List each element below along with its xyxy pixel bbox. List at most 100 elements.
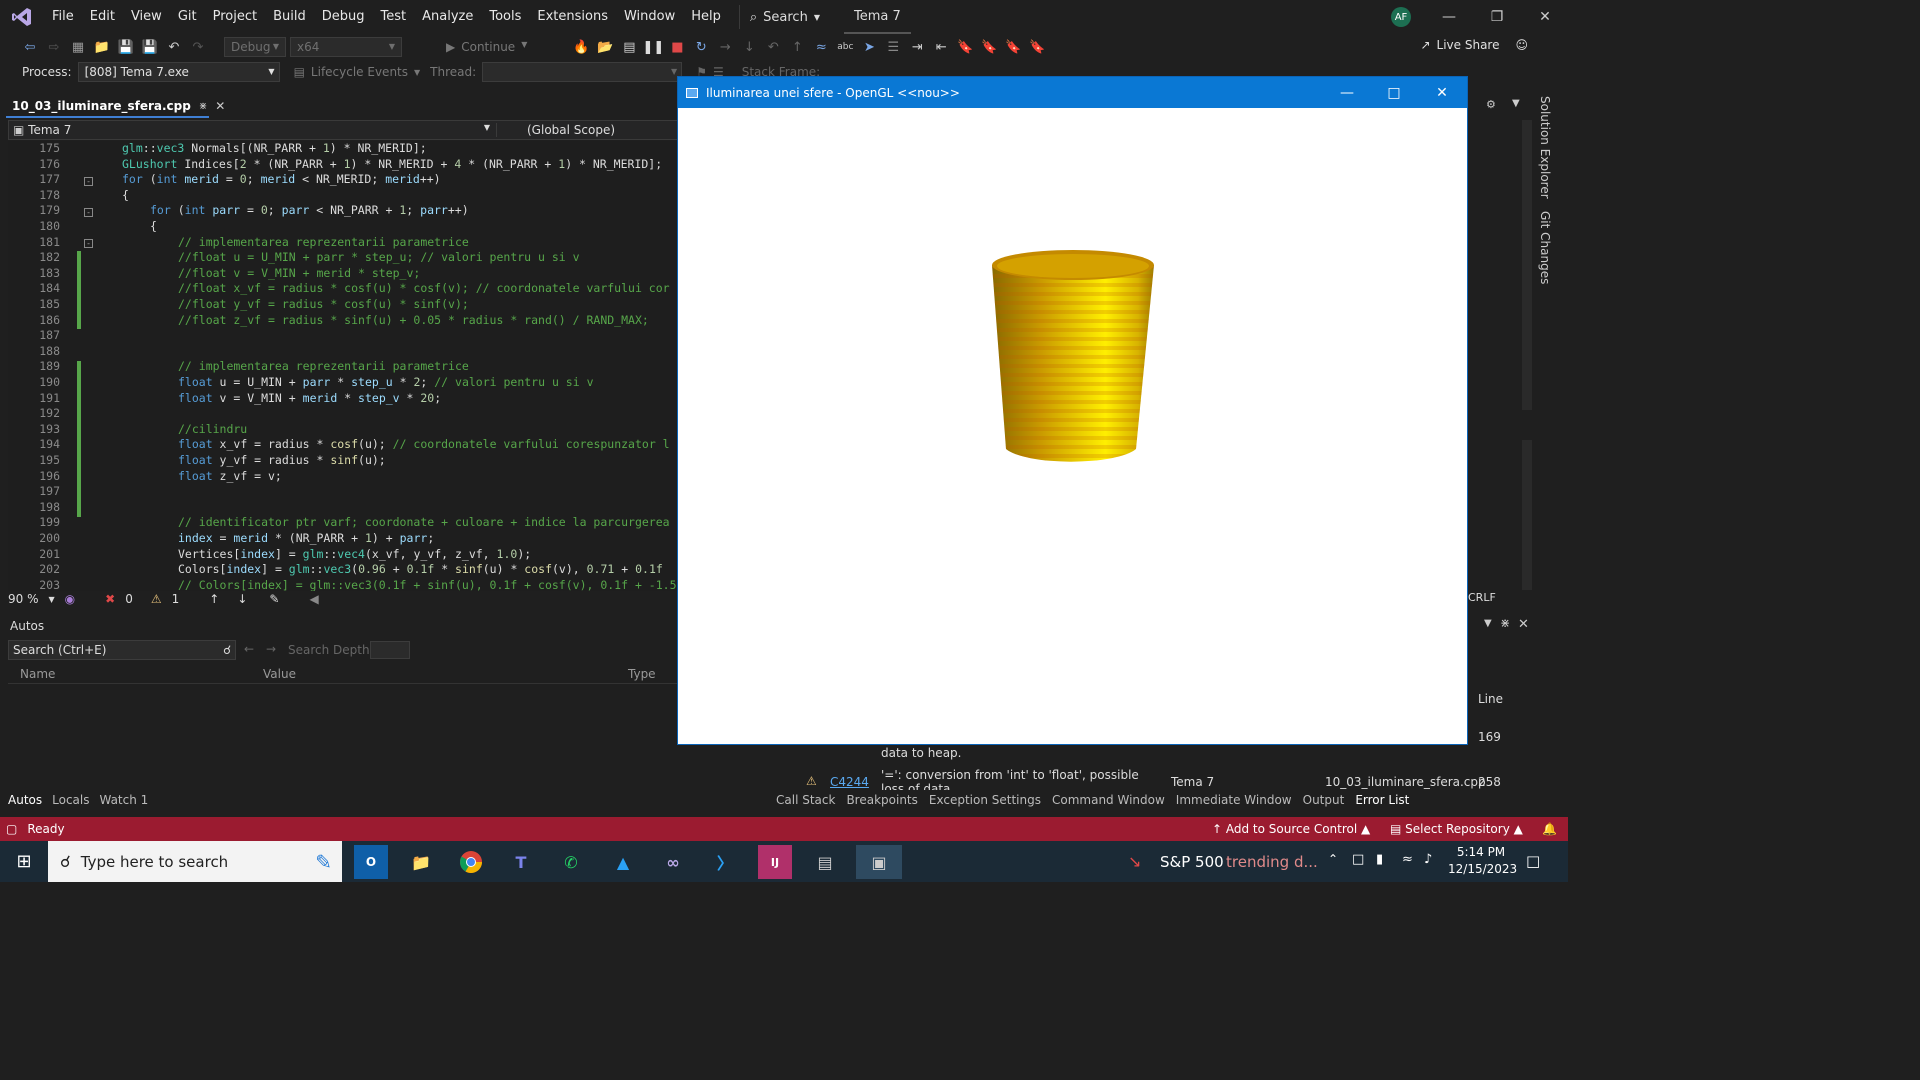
search-icon[interactable]: ☌ xyxy=(223,641,231,659)
menu-item-view[interactable]: View xyxy=(123,0,170,34)
restore-icon[interactable]: ❐ xyxy=(1474,0,1520,34)
code-line[interactable]: 192 xyxy=(8,406,678,422)
jetbrains-icon[interactable]: IJ xyxy=(758,845,792,879)
menu-item-test[interactable]: Test xyxy=(373,0,415,34)
menu-item-build[interactable]: Build xyxy=(265,0,314,34)
menu-item-analyze[interactable]: Analyze xyxy=(414,0,481,34)
col-value-header[interactable]: Value xyxy=(263,667,296,681)
code-line[interactable]: 197 xyxy=(8,484,678,500)
wifi-icon[interactable]: ≈ xyxy=(1402,852,1413,867)
code-line[interactable]: 202 Colors[index] = glm::vec3(0.96 + 0.1f… xyxy=(8,562,678,578)
col-name-header[interactable]: Name xyxy=(20,667,55,681)
vscode-icon[interactable]: 〉 xyxy=(708,845,742,879)
code-line[interactable]: 176 GLushort Indices[2 * (NR_PARR + 1) * … xyxy=(8,157,678,173)
document-tab[interactable]: 10_03_iluminare_sfera.cpp ⋇ ✕ xyxy=(6,96,225,118)
code-line[interactable]: 188 xyxy=(8,344,678,360)
outline-icon[interactable]: ☰ xyxy=(883,37,903,57)
arrow-up-icon[interactable]: ↑ xyxy=(209,592,219,606)
stock-status[interactable]: trending d... xyxy=(1226,853,1318,871)
action-center-icon[interactable]: □ xyxy=(1526,852,1540,870)
project-scope-select[interactable]: ▣ Tema 7 ▼ xyxy=(9,123,497,137)
stop-icon[interactable]: ■ xyxy=(667,37,687,57)
brush-icon[interactable]: ✎ xyxy=(269,592,279,606)
code-line[interactable]: 183 //float v = V_MIN + merid * step_v; xyxy=(8,266,678,282)
menu-item-git[interactable]: Git xyxy=(170,0,205,34)
open-icon[interactable]: 📁 xyxy=(92,37,112,57)
windows-start-icon[interactable]: ⊞ xyxy=(0,841,48,882)
tab-command-window[interactable]: Command Window xyxy=(1052,793,1165,807)
config-select[interactable]: Debug ▼ xyxy=(224,37,286,57)
code-line[interactable]: 185 //float y_vf = radius * cosf(u) * sin… xyxy=(8,297,678,313)
undo-icon[interactable]: ↶ xyxy=(164,37,184,57)
hot-reload-icon[interactable]: 🔥 xyxy=(571,37,591,57)
tab-output[interactable]: Output xyxy=(1303,793,1345,807)
battery-icon[interactable]: ▮ xyxy=(1376,852,1383,867)
code-editor[interactable]: - - - 175 glm::vec3 Normals[(NR_PARR + 1)… xyxy=(8,141,678,591)
close-icon[interactable]: ✕ xyxy=(1522,0,1568,34)
error-file[interactable]: 10_03_iluminare_sfera.cpp xyxy=(1325,775,1486,789)
code-line[interactable]: 200 index = merid * (NR_PARR + 1) + parr; xyxy=(8,531,678,547)
step-over-icon[interactable]: → xyxy=(715,37,735,57)
gl-close-icon[interactable]: ✕ xyxy=(1419,77,1465,108)
menu-item-help[interactable]: Help xyxy=(683,0,729,34)
restart-icon[interactable]: ↻ xyxy=(691,37,711,57)
chrome-icon[interactable] xyxy=(454,845,488,879)
step-back-icon[interactable]: ↶ xyxy=(763,37,783,57)
arrow-down-icon[interactable]: ↓ xyxy=(237,592,247,606)
menu-item-debug[interactable]: Debug xyxy=(314,0,373,34)
avatar[interactable]: AF xyxy=(1391,7,1411,27)
code-line[interactable]: 186 //float z_vf = radius * sinf(u) + 0.0… xyxy=(8,313,678,329)
code-line[interactable]: 194 float x_vf = radius * cosf(u); // coo… xyxy=(8,437,678,453)
code-line[interactable]: 193 //cilindru xyxy=(8,422,678,438)
code-line[interactable]: 189 // implementarea reprezentarii parame… xyxy=(8,359,678,375)
step-into-icon[interactable]: ↓ xyxy=(739,37,759,57)
autos-search-input[interactable]: Search (Ctrl+E) ☌ xyxy=(8,640,236,660)
live-share-button[interactable]: ↗ Live Share ☺ xyxy=(1420,38,1528,52)
save-icon[interactable]: 💾 xyxy=(116,37,136,57)
tab-locals[interactable]: Locals xyxy=(52,793,89,807)
pin-icon[interactable]: ⋇ xyxy=(199,101,207,112)
indent-icon[interactable]: ⇥ xyxy=(907,37,927,57)
code-line[interactable]: 198 xyxy=(8,500,678,516)
tab-autos[interactable]: Autos xyxy=(8,793,42,807)
select-repository-button[interactable]: ▤ Select Repository ▲ xyxy=(1390,822,1523,836)
chevron-up-icon[interactable]: ⌃ xyxy=(1328,852,1338,866)
back-icon[interactable]: ⇦ xyxy=(20,37,40,57)
outlook-icon[interactable]: O xyxy=(354,845,388,879)
menu-item-edit[interactable]: Edit xyxy=(82,0,123,34)
tab-exception-settings[interactable]: Exception Settings xyxy=(929,793,1041,807)
menu-item-window[interactable]: Window xyxy=(616,0,683,34)
error-desc[interactable]: '=': conversion from 'int' to 'float', p… xyxy=(881,768,1159,790)
whatsapp-icon[interactable]: ✆ xyxy=(554,845,588,879)
code-line[interactable]: 184 //float x_vf = radius * cosf(u) * cos… xyxy=(8,281,678,297)
spellcheck-icon[interactable]: abc xyxy=(835,37,855,57)
tab-error-list[interactable]: Error List xyxy=(1355,793,1409,807)
intellicode-icon[interactable]: ◉ xyxy=(65,592,75,606)
panel-scrollbar[interactable] xyxy=(1522,440,1532,590)
bookmark-prev-icon[interactable]: 🔖 xyxy=(979,37,999,57)
app-store-icon[interactable]: ▲ xyxy=(606,845,640,879)
source-control-button[interactable]: ↑ Add to Source Control ▲ xyxy=(1212,822,1370,836)
code-line[interactable]: 190 float u = U_MIN + parr * step_u * 2; … xyxy=(8,375,678,391)
col-type-header[interactable]: Type xyxy=(628,667,656,681)
minimize-icon[interactable]: — xyxy=(1426,0,1472,34)
stock-name[interactable]: S&P 500 xyxy=(1160,853,1224,871)
error-code-link[interactable]: C4244 xyxy=(830,775,869,789)
git-changes-tab[interactable]: Git Changes xyxy=(1538,211,1552,284)
line-column-header[interactable]: Line xyxy=(1478,692,1503,706)
gl-maximize-icon[interactable]: □ xyxy=(1371,77,1417,108)
tab-close-icon[interactable]: ✕ xyxy=(215,99,225,113)
volume-icon[interactable]: ♪ xyxy=(1424,852,1432,867)
new-project-icon[interactable]: ▦ xyxy=(68,37,88,57)
bookmark-next-icon[interactable]: 🔖 xyxy=(1003,37,1023,57)
solution-explorer-tab[interactable]: Solution Explorer xyxy=(1538,96,1552,199)
code-line[interactable]: 180 { xyxy=(8,219,678,235)
pane-close-icon[interactable]: ✕ xyxy=(1518,617,1529,632)
opengl-app-icon[interactable]: ▣ xyxy=(856,845,902,879)
comment-icon[interactable]: ⇤ xyxy=(931,37,951,57)
visual-studio-logo-icon[interactable] xyxy=(0,0,44,34)
zoom-level[interactable]: 90 % xyxy=(8,592,39,606)
search-depth-select[interactable] xyxy=(370,641,410,659)
taskbar-search-input[interactable]: ☌ Type here to search ✎ xyxy=(48,841,342,882)
global-scope-select[interactable]: (Global Scope) xyxy=(497,123,615,137)
